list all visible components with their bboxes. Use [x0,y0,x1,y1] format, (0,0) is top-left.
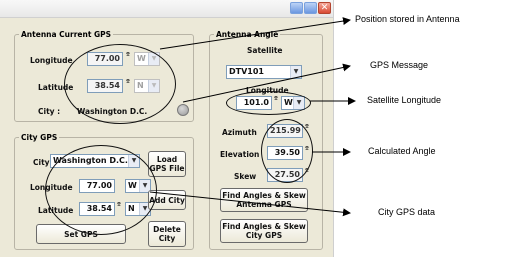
degree-symbol: º [117,201,121,209]
antenna-angle-group: Antenna Angle [209,30,323,250]
minimize-icon[interactable] [290,2,303,14]
city-latitude-direction-value: N [128,204,135,213]
annotation-position-stored: Position stored in Antenna [355,14,460,24]
city-gps-legend: City GPS [21,133,58,142]
degree-symbol: º [126,78,130,86]
city-latitude-label: Latitude [38,206,74,215]
degree-symbol: º [305,167,309,175]
degree-symbol: º [126,51,130,59]
chevron-down-icon: ▼ [128,155,139,167]
antenna-city-label: City : [38,107,61,116]
antenna-angle-legend: Antenna Angle [216,30,279,39]
gps-message-indicator-icon[interactable] [177,104,189,116]
chevron-down-icon: ▼ [293,97,304,109]
chevron-down-icon: ▼ [290,66,301,78]
antenna-longitude-direction-value: W [137,54,146,63]
antenna-current-gps-legend: Antenna Current GPS [21,30,112,39]
chevron-down-icon: ▼ [148,53,159,65]
satellite-longitude-field[interactable]: 101.0 [236,96,272,110]
antenna-latitude-field: 38.54 [87,79,123,93]
delete-city-button[interactable]: Delete City [148,221,186,247]
antenna-latitude-direction-value: N [137,81,144,90]
city-longitude-direction-select[interactable]: W ▼ [125,179,151,193]
skew-field: 27.50 [267,168,303,182]
city-longitude-direction-value: W [128,181,137,190]
city-longitude-label: Longitude [30,183,73,192]
set-gps-button[interactable]: Set GPS [36,224,126,244]
satellite-label: Satellite [247,46,283,55]
satellite-longitude-direction-value: W [284,98,293,107]
elevation-label: Elevation [220,150,260,159]
city-select-value: Washington D.C. [53,156,128,165]
maximize-icon[interactable] [304,2,317,14]
city-label: City [33,158,50,167]
find-angles-antenna-gps-button[interactable]: Find Angles & Skew Antenna GPS [220,188,308,212]
azimuth-field: 215.99 [267,124,303,138]
degree-symbol: º [305,145,309,153]
annotation-city-gps-data: City GPS data [378,207,436,217]
antenna-latitude-direction-select: N ▼ [134,79,160,93]
city-longitude-field[interactable]: 77.00 [79,179,115,193]
degree-symbol: º [274,95,278,103]
satellite-longitude-label: Longitude [246,86,289,95]
satellite-select-value: DTV101 [229,67,264,76]
annotation-calculated-angle: Calculated Angle [368,146,436,156]
elevation-field: 39.50 [267,146,303,160]
annotation-gps-message: GPS Message [370,60,429,70]
skew-label: Skew [234,172,257,181]
add-city-button[interactable]: Add City [148,190,186,210]
city-select[interactable]: Washington D.C. ▼ [50,154,140,168]
chevron-down-icon: ▼ [148,80,159,92]
application-window: ✕ Antenna Current GPS Longitude 77.00 º … [0,0,334,257]
degree-symbol: º [305,123,309,131]
city-latitude-field[interactable]: 38.54 [79,202,115,216]
title-bar: ✕ [0,0,333,18]
find-angles-city-gps-button[interactable]: Find Angles & Skew City GPS [220,219,308,243]
satellite-select[interactable]: DTV101 ▼ [226,65,302,79]
close-icon[interactable]: ✕ [318,2,331,14]
load-gps-file-button[interactable]: Load GPS File [148,151,186,177]
antenna-longitude-label: Longitude [30,56,73,65]
satellite-longitude-direction-select[interactable]: W ▼ [281,96,305,110]
azimuth-label: Azimuth [222,128,257,137]
antenna-city-value: Washington D.C. [77,107,148,116]
antenna-longitude-direction-select: W ▼ [134,52,160,66]
annotation-satellite-longitude: Satellite Longitude [367,95,442,105]
antenna-longitude-field: 77.00 [87,52,123,66]
antenna-latitude-label: Latitude [38,83,74,92]
